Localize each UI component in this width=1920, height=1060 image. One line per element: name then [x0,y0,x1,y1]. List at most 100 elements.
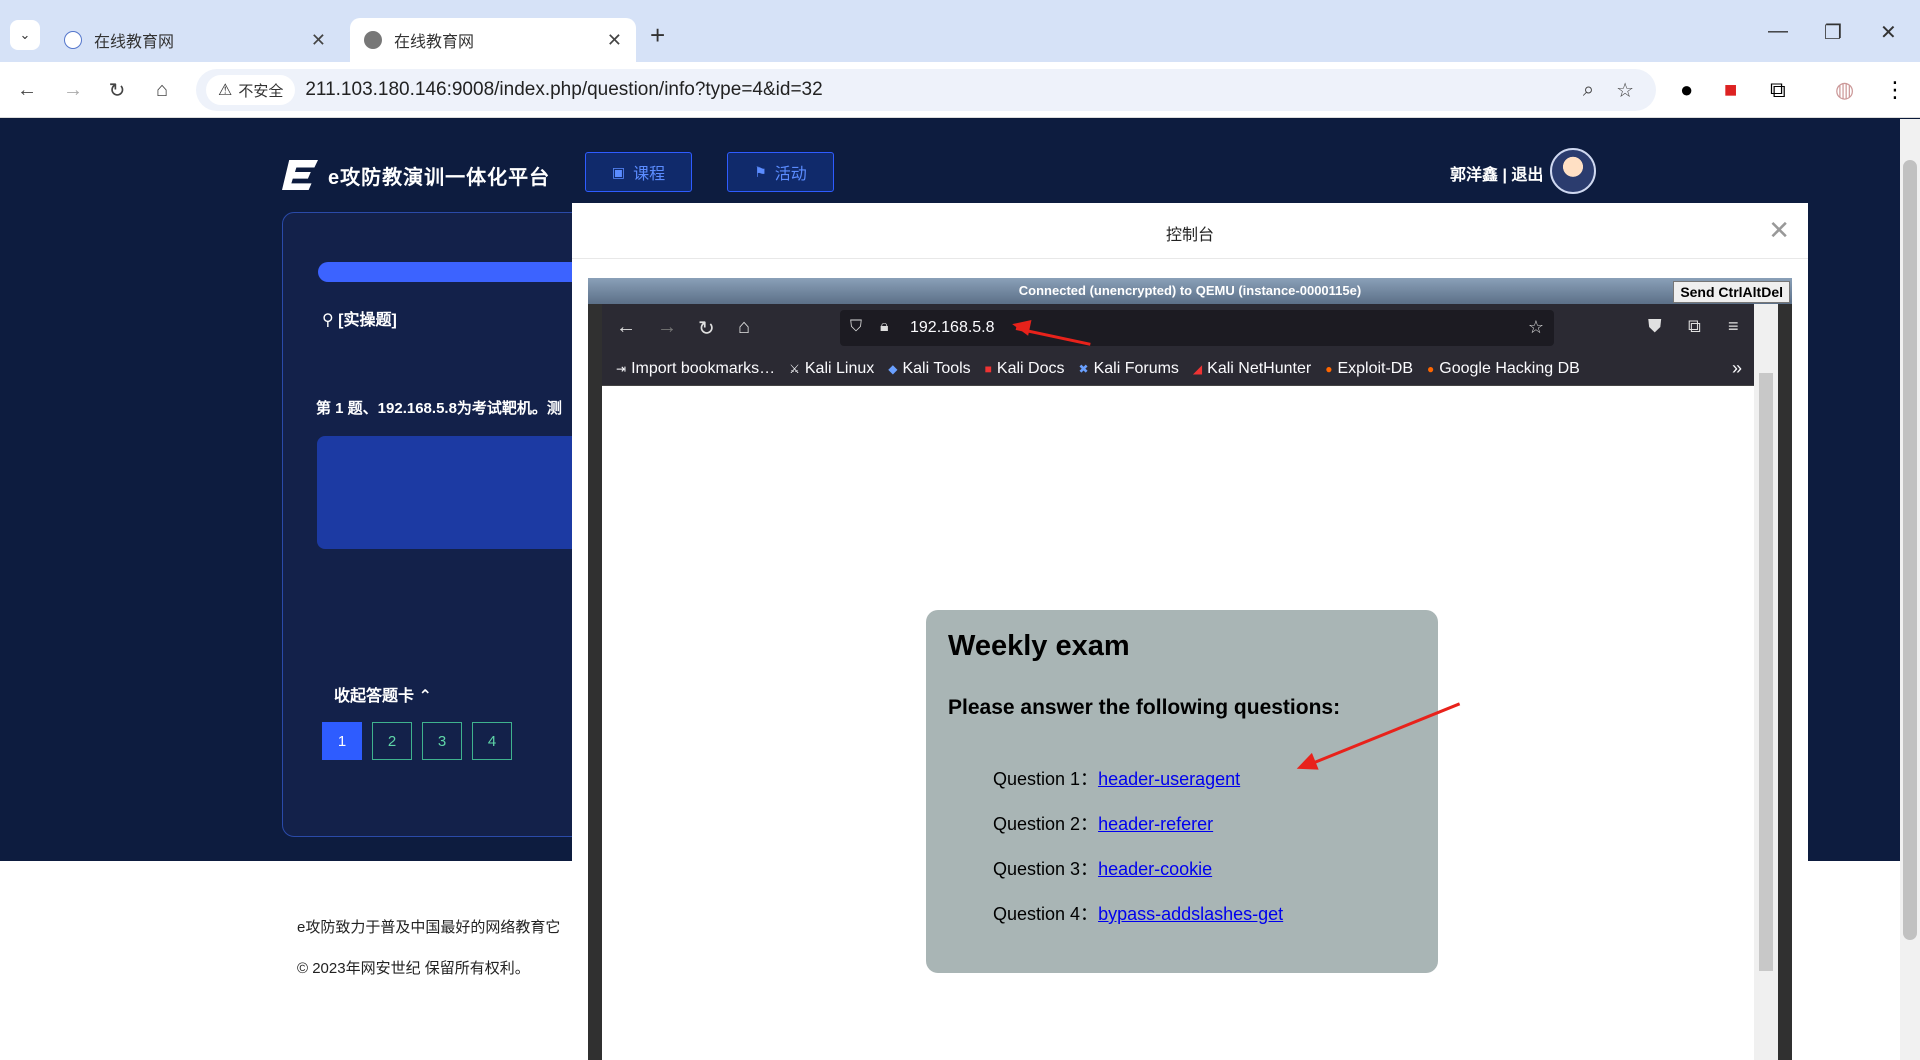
close-icon[interactable]: ✕ [607,30,622,51]
question-number-3[interactable]: 3 [422,722,462,760]
bookmarks-toolbar: ⇥ Import bookmarks… ⚔ Kali Linux ◆ Kali Too… [602,352,1754,386]
bookmark-star-icon[interactable]: ☆ [1616,78,1634,103]
more-bookmarks-chevron-icon[interactable]: » [1732,358,1742,379]
warning-icon: ⚠ [218,82,233,99]
shield-icon[interactable]: ⛉ [850,318,862,336]
firefox-url-bar[interactable]: ⛉ 🔒︎ 192.168.5.8 ☆ [840,310,1554,346]
question-type: ⚲ [实操题] [322,306,397,330]
question-number-2[interactable]: 2 [372,722,412,760]
kali-dragon-icon: ⚔ [789,361,800,376]
bookmark-exploit-db[interactable]: ● Exploit-DB [1325,360,1413,378]
logout-link[interactable]: 退出 [1511,167,1543,184]
kali-forums-icon: ✖ [1078,361,1089,376]
console-modal: 控制台 ✕ Connected (unencrypted) to QEMU (i… [572,203,1808,1060]
footer-copyright: © 2023年网安世纪 保留所有权利。 [297,960,530,977]
bookmark-kali-forums[interactable]: ✖ Kali Forums [1079,360,1179,378]
activity-button[interactable]: ⚑ 活动 [727,152,834,192]
collapse-answer-card[interactable]: 收起答题卡 ⌃ [334,682,432,706]
question-label: Question 2： [993,814,1099,834]
close-icon[interactable]: ✕ [311,30,326,51]
forward-icon[interactable]: → [58,75,88,105]
firefox-toolbar: ← → ↻ ⌂ ⛉ 🔒︎ 192.168.5.8 ☆ ⛊ ⧉ ≡ [602,304,1754,352]
page-scrollbar-thumb[interactable] [1903,160,1917,940]
zoom-icon[interactable]: ⌕ [1583,79,1594,102]
restore-icon[interactable]: ❐ [1824,20,1842,45]
tab-title: 在线教育网 [394,34,475,51]
home-icon[interactable]: ⌂ [738,316,750,339]
bookmark-kali-tools[interactable]: ◆ Kali Tools [888,360,970,378]
bookmark-import[interactable]: ⇥ Import bookmarks… [616,360,775,378]
bookmark-google-hacking-db[interactable]: ● Google Hacking DB [1427,360,1580,378]
exam-question-2: Question 2：header-referer [993,810,1213,836]
menu-dots-icon[interactable]: ⋮ [1884,77,1906,103]
tab-2[interactable]: 在线教育网 ✕ [350,18,636,62]
home-icon[interactable]: ⌂ [147,75,177,105]
bookmark-label: Kali Forums [1093,359,1179,377]
browser-toolbar: ← → ↻ ⌂ ⚠ 不安全 211.103.180.146:9008/index… [0,62,1920,118]
extensions-puzzle-icon[interactable]: ⧉ [1770,77,1786,103]
ghdb-icon: ● [1427,361,1435,376]
bookmark-kali-nethunter[interactable]: ◢ Kali NetHunter [1193,360,1311,378]
china-flag-icon[interactable]: ■ [1724,77,1737,103]
course-button[interactable]: ▣ 课程 [585,152,692,192]
vnc-console[interactable]: Connected (unencrypted) to QEMU (instanc… [588,278,1792,1060]
firefox-window: ← → ↻ ⌂ ⛉ 🔒︎ 192.168.5.8 ☆ ⛊ ⧉ ≡ ⇥ Import… [602,304,1754,1060]
lock-icon[interactable]: 🔒︎ [880,318,889,336]
book-icon: ▣ [611,163,626,180]
security-label: 不安全 [238,82,284,100]
question-number-1[interactable]: 1 [322,722,362,760]
firefox-url-text[interactable]: 192.168.5.8 [910,319,995,337]
tab-1[interactable]: 在线教育网 ✕ [50,18,340,62]
modal-header: 控制台 ✕ [572,203,1808,259]
vnc-scrollbar-thumb[interactable] [1759,373,1773,971]
send-ctrlaltdel-button[interactable]: Send CtrlAltDel [1673,281,1790,303]
question-link-header-referer[interactable]: header-referer [1098,814,1213,834]
bookmark-label: Exploit-DB [1337,359,1414,377]
question-link-bypass-addslashes-get[interactable]: bypass-addslashes-get [1098,904,1283,924]
pocket-icon[interactable]: ⛊ [1648,316,1662,337]
question-label: Question 4： [993,904,1099,924]
globe-icon [364,31,382,49]
close-window-icon[interactable]: ✕ [1880,20,1897,45]
bookmark-kali-docs[interactable]: ■ Kali Docs [985,360,1065,378]
extensions-icon[interactable]: ⧉ [1688,316,1701,337]
address-bar[interactable]: ⚠ 不安全 211.103.180.146:9008/index.php/que… [196,69,1656,111]
tab-title: 在线教育网 [94,34,175,51]
user-name[interactable]: 郭洋鑫 [1450,167,1498,184]
reload-icon[interactable]: ↻ [102,75,132,105]
forward-icon[interactable]: → [657,316,677,339]
bookmark-label: Kali Docs [996,359,1065,377]
back-icon[interactable]: ← [12,75,42,105]
security-chip[interactable]: ⚠ 不安全 [206,75,296,105]
logo-text: e攻防教演训一体化平台 [328,166,551,189]
avatar[interactable] [1550,148,1596,194]
site-logo[interactable]: e攻防教演训一体化平台 [282,160,550,190]
question-link-header-cookie[interactable]: header-cookie [1098,859,1212,879]
kali-docs-icon: ■ [984,361,992,376]
site-favicon-icon [64,31,82,49]
new-tab-button[interactable]: + [650,20,665,50]
close-icon[interactable]: ✕ [1768,215,1790,246]
import-icon: ⇥ [616,361,627,376]
bookmark-label: Google Hacking DB [1439,359,1580,377]
question-number-4[interactable]: 4 [472,722,512,760]
tab-search-button[interactable]: ⌄ [10,20,40,50]
reload-icon[interactable]: ↻ [698,316,715,341]
location-pin-icon: ⚲ [322,312,334,329]
question-link-header-useragent[interactable]: header-useragent [1098,769,1240,789]
annotation-arrowhead-url [1010,316,1032,336]
question-label: Question 3： [993,859,1099,879]
bookmark-kali-linux[interactable]: ⚔ Kali Linux [789,360,874,378]
question-text: 第 1 题、192.168.5.8为考试靶机。测 [316,400,562,417]
nethunter-icon: ◢ [1192,361,1203,376]
bookmark-label: Kali NetHunter [1207,359,1312,377]
hamburger-menu-icon[interactable]: ≡ [1728,316,1739,337]
profile-avatar-icon[interactable]: ◍ [1835,77,1854,103]
bookmark-star-icon[interactable]: ☆ [1528,317,1544,338]
kali-tools-icon: ◆ [888,361,898,376]
extension-circle-icon[interactable]: ● [1680,77,1693,103]
url-text[interactable]: 211.103.180.146:9008/index.php/question/… [305,79,1583,101]
back-icon[interactable]: ← [616,316,636,339]
minimize-icon[interactable]: — [1768,20,1788,43]
activity-label: 活动 [774,166,807,183]
